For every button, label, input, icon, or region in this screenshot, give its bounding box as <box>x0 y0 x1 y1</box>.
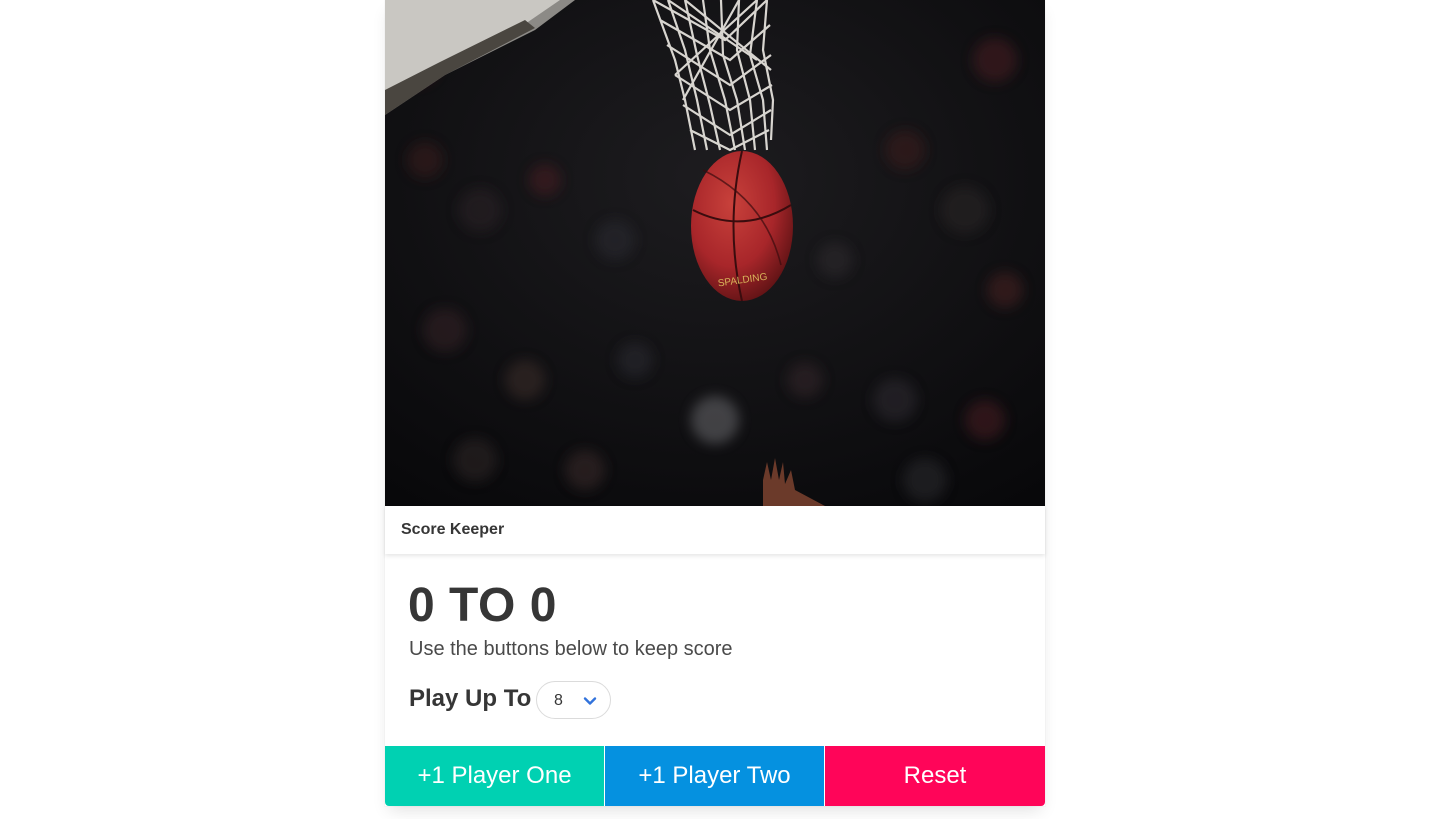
play-up-to-select[interactable]: 8 <box>536 681 611 719</box>
score-keeper-card: SPALDING Score Keeper 0 TO 0 Use the but… <box>385 0 1045 806</box>
score-separator: TO <box>449 579 516 632</box>
card-header: Score Keeper <box>385 506 1045 554</box>
reset-button[interactable]: Reset <box>825 746 1045 806</box>
play-up-to-value: 8 <box>554 692 563 709</box>
player-two-score: 0 <box>529 579 557 632</box>
add-point-player-one-button[interactable]: +1 Player One <box>385 746 604 806</box>
card-header-title: Score Keeper <box>401 521 505 538</box>
hero-image: SPALDING <box>385 0 1045 506</box>
chevron-down-icon <box>583 697 597 705</box>
instructions-text: Use the buttons below to keep score <box>409 638 733 660</box>
basketball-photo: SPALDING <box>385 0 1045 506</box>
player-one-score: 0 <box>408 579 436 632</box>
score-display: 0 TO 0 <box>408 578 557 634</box>
add-point-player-two-button[interactable]: +1 Player Two <box>605 746 824 806</box>
play-up-to-label: Play Up To <box>409 685 532 712</box>
